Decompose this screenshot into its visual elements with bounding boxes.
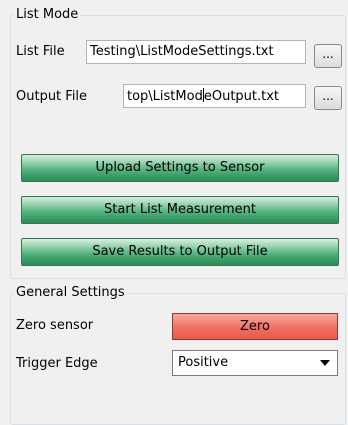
output-file-browse-button[interactable]: ...	[314, 86, 342, 110]
zero-sensor-label: Zero sensor	[16, 318, 94, 333]
trigger-edge-select[interactable]: Positive	[172, 350, 338, 376]
general-settings-title: General Settings	[14, 285, 127, 300]
save-results-button[interactable]: Save Results to Output File	[21, 238, 339, 266]
zero-button[interactable]: Zero	[172, 313, 338, 340]
output-file-text-start: top\ListMod	[127, 89, 203, 104]
start-list-measurement-button[interactable]: Start List Measurement	[21, 196, 339, 224]
chevron-down-icon[interactable]	[317, 351, 333, 375]
trigger-edge-label: Trigger Edge	[16, 356, 98, 371]
trigger-edge-value: Positive	[178, 355, 229, 370]
output-file-input[interactable]: top\ListModeOutput.txt	[123, 84, 306, 108]
list-mode-title: List Mode	[14, 7, 81, 22]
output-file-label: Output File	[16, 89, 88, 104]
list-file-input[interactable]: Testing\ListModeSettings.txt	[86, 40, 306, 64]
output-file-text-end: eOutput.txt	[203, 89, 280, 104]
list-file-browse-button[interactable]: ...	[314, 44, 342, 68]
upload-settings-button[interactable]: Upload Settings to Sensor	[21, 154, 339, 182]
list-file-label: List File	[16, 44, 65, 59]
